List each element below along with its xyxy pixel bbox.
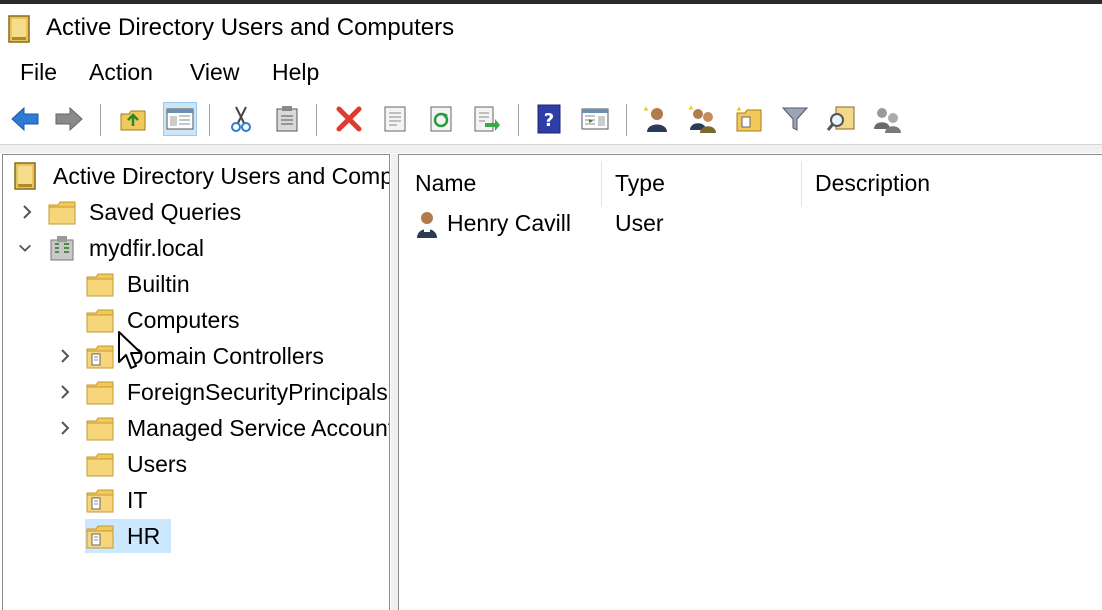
delete-icon[interactable] (332, 102, 366, 136)
tree-item-hr[interactable]: HR (3, 519, 389, 553)
tree-item-label: ForeignSecurityPrincipals (127, 379, 388, 405)
folder-icon (48, 201, 76, 225)
toolbar-separator (518, 104, 519, 136)
tree-item-label: Computers (127, 307, 240, 333)
tree-root-label: Active Directory Users and Computers (53, 163, 390, 189)
help-icon[interactable]: ? (532, 102, 566, 136)
show-hide-console-tree-icon[interactable] (163, 102, 197, 136)
folder-icon (86, 417, 114, 441)
menu-bar: File Action View Help (0, 52, 1102, 92)
tree-item-domain[interactable]: mydfir.local (3, 231, 389, 265)
chevron-right-icon[interactable] (57, 419, 73, 437)
ou-icon (86, 525, 114, 549)
tree-item-computers[interactable]: Computers (3, 303, 389, 337)
up-folder-icon[interactable] (116, 102, 150, 136)
find-icon[interactable] (824, 102, 858, 136)
tree-item-label: Saved Queries (89, 199, 242, 225)
refresh-icon[interactable] (424, 102, 458, 136)
tree-item-label: Domain Controllers (127, 343, 324, 369)
menu-file[interactable]: File (18, 56, 59, 88)
forward-arrow-icon[interactable] (52, 102, 86, 136)
list-item[interactable]: Henry Cavill User (399, 205, 1099, 241)
tree-item-label: Managed Service Accounts (127, 415, 390, 441)
tree-item-users[interactable]: Users (3, 447, 389, 481)
ou-icon (86, 345, 114, 369)
menu-view[interactable]: View (188, 56, 241, 88)
filter-icon[interactable] (778, 102, 812, 136)
tree-item-foreign-security-principals[interactable]: ForeignSecurityPrincipals (3, 375, 389, 409)
create-ou-icon[interactable] (732, 102, 766, 136)
window-title: Active Directory Users and Computers (46, 14, 455, 41)
tree-item-it[interactable]: IT (3, 483, 389, 517)
back-arrow-icon[interactable] (8, 102, 42, 136)
user-type-cell: User (615, 210, 664, 236)
properties-icon[interactable] (378, 102, 412, 136)
chevron-right-icon[interactable] (57, 347, 73, 365)
chevron-down-icon[interactable] (17, 239, 33, 257)
user-icon (417, 212, 437, 238)
create-group-icon[interactable] (686, 102, 720, 136)
chevron-right-icon[interactable] (57, 383, 73, 401)
toolbar-separator (626, 104, 627, 136)
tree-item-label: IT (127, 487, 148, 513)
tree-item-label: mydfir.local (89, 235, 205, 261)
delegate-control-icon[interactable] (870, 102, 904, 136)
ad-root-icon (14, 162, 36, 190)
tree-item-label: HR (127, 523, 161, 549)
toolbar-separator (316, 104, 317, 136)
folder-icon (86, 453, 114, 477)
svg-text:?: ? (544, 110, 554, 131)
create-user-icon[interactable] (640, 102, 674, 136)
tree-item-managed-service-accounts[interactable]: Managed Service Accounts (3, 411, 390, 445)
column-header-name[interactable]: Name (399, 163, 601, 209)
export-list-icon[interactable] (470, 102, 504, 136)
console-tree-pane[interactable]: Active Directory Users and Computers Sav… (2, 154, 390, 610)
tree-item-builtin[interactable]: Builtin (3, 267, 389, 301)
tree-root-item[interactable]: Active Directory Users and Computers (3, 159, 390, 193)
pane-splitter[interactable] (391, 154, 398, 610)
toolbar: ? (0, 96, 1102, 145)
folder-icon (86, 273, 114, 297)
folder-icon (86, 309, 114, 333)
tree-item-label: Users (127, 451, 188, 477)
column-header-description[interactable]: Description (799, 163, 1099, 209)
folder-icon (86, 381, 114, 405)
show-hide-action-pane-icon[interactable] (578, 102, 612, 136)
paste-icon[interactable] (270, 102, 304, 136)
menu-help[interactable]: Help (270, 56, 321, 88)
tree-item-domain-controllers[interactable]: Domain Controllers (3, 339, 389, 373)
cut-icon[interactable] (224, 102, 258, 136)
details-list-pane[interactable]: Name Type Description Henry Cavill User (398, 154, 1102, 610)
ou-icon (86, 489, 114, 513)
chevron-right-icon[interactable] (19, 203, 35, 221)
user-name-cell: Henry Cavill (447, 210, 571, 236)
toolbar-divider (0, 145, 1102, 153)
tree-item-label: Builtin (127, 271, 190, 297)
title-bar: Active Directory Users and Computers (0, 4, 1102, 50)
tree-item-saved-queries[interactable]: Saved Queries (3, 195, 389, 229)
ad-users-computers-app-icon (8, 15, 30, 43)
column-header-type[interactable]: Type (599, 163, 801, 209)
toolbar-separator (209, 104, 210, 136)
domain-icon (50, 236, 74, 261)
menu-action[interactable]: Action (87, 56, 155, 88)
toolbar-separator (100, 104, 101, 136)
